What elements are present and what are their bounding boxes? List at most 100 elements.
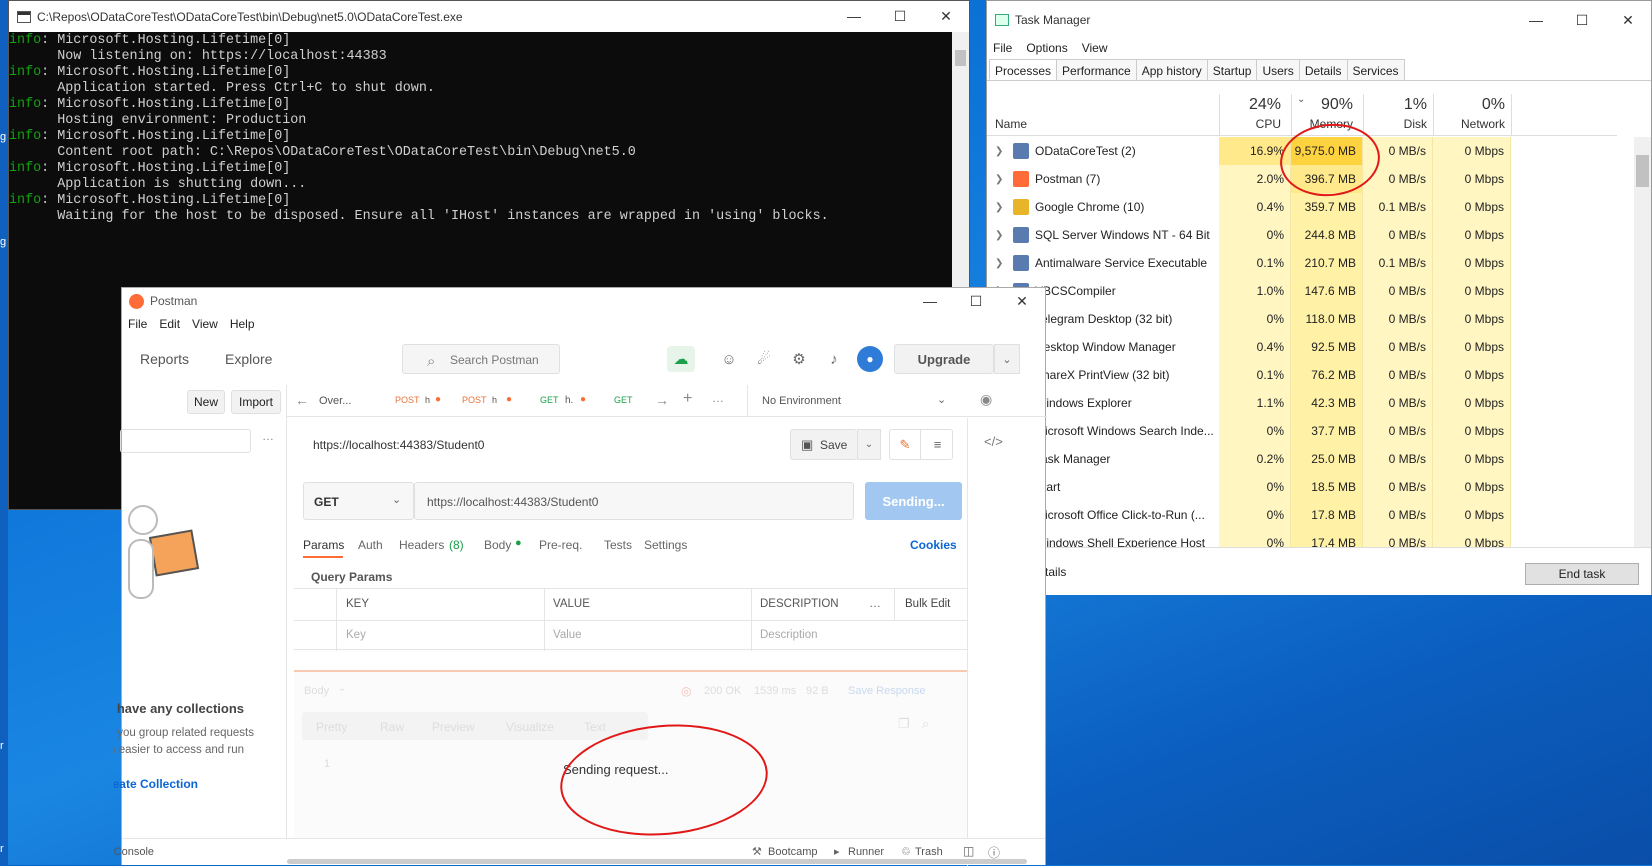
console-titlebar[interactable]: C:\Repos\ODataCoreTest\ODataCoreTest\bin…: [9, 1, 969, 32]
process-row[interactable]: ❯ SQL Server Windows NT - 64 Bit 0% 244.8 M…: [987, 221, 1617, 249]
tab-performance[interactable]: Performance: [1056, 59, 1137, 80]
req-tab-prerequest[interactable]: Pre-req.: [539, 538, 582, 552]
process-row[interactable]: ❯Microsoft Office Click-to-Run (...0%17.…: [987, 501, 1617, 529]
create-collection-link[interactable]: Create Collection: [114, 777, 198, 791]
more-options-icon[interactable]: …: [262, 429, 274, 443]
req-tab-settings[interactable]: Settings: [644, 538, 687, 552]
tm-titlebar[interactable]: Task Manager — ☐ ✕: [987, 1, 1651, 39]
expand-chevron-icon[interactable]: ❯: [995, 230, 1007, 241]
tab-startup[interactable]: Startup: [1206, 59, 1258, 80]
menu-file[interactable]: File: [128, 317, 147, 331]
save-chevron-icon[interactable]: ⌄: [857, 429, 881, 460]
trash-button[interactable]: Trash: [915, 846, 943, 858]
notifications-bell-icon[interactable]: ♪: [820, 346, 848, 372]
description-input[interactable]: Description: [760, 629, 818, 641]
process-row[interactable]: ❯Windows Explorer1.1%42.3 MB0 MB/s0 Mbps: [987, 389, 1617, 417]
tab-services[interactable]: Services: [1346, 59, 1405, 80]
send-button[interactable]: Sending...: [865, 482, 962, 520]
view-visualize[interactable]: Visualize: [506, 720, 554, 734]
tab-get-method[interactable]: GET: [540, 395, 559, 405]
tab-get-method-active[interactable]: GET: [614, 395, 633, 405]
close-icon[interactable]: ✕: [1605, 5, 1651, 35]
two-pane-icon[interactable]: ◫: [963, 844, 974, 858]
documentation-icon[interactable]: ≡: [922, 430, 953, 459]
key-input[interactable]: Key: [346, 629, 366, 641]
view-raw[interactable]: Raw: [380, 720, 404, 734]
url-input[interactable]: https://localhost:44383/Student0: [414, 482, 854, 520]
satellite-icon[interactable]: ☄: [750, 346, 778, 372]
horizontal-scrollbar[interactable]: [287, 859, 1027, 864]
process-row[interactable]: ❯ShareX PrintView (32 bit)0.1%76.2 MB0 M…: [987, 361, 1617, 389]
method-select[interactable]: GET ⌄: [303, 482, 414, 520]
menu-file[interactable]: File: [993, 41, 1012, 55]
minimize-icon[interactable]: —: [1513, 5, 1559, 35]
environment-chevron-icon[interactable]: ⌄: [937, 393, 946, 406]
code-snippet-icon[interactable]: </>: [984, 434, 1003, 449]
expand-chevron-icon[interactable]: ❯: [995, 174, 1007, 185]
copy-icon[interactable]: ❐: [898, 716, 910, 732]
tab-app-history[interactable]: App history: [1135, 59, 1208, 80]
value-input[interactable]: Value: [553, 629, 582, 641]
invite-user-icon[interactable]: ☺: [715, 346, 743, 372]
menu-help[interactable]: Help: [230, 317, 255, 331]
menu-edit[interactable]: Edit: [159, 317, 180, 331]
task-manager-window[interactable]: Task Manager — ☐ ✕ File Options View Pro…: [986, 0, 1652, 595]
process-row[interactable]: ❯Task Manager0.2%25.0 MB0 MB/s0 Mbps: [987, 445, 1617, 473]
req-tab-params[interactable]: Params: [303, 538, 344, 552]
maximize-icon[interactable]: ☐: [1559, 5, 1605, 35]
tab-processes[interactable]: Processes: [989, 59, 1058, 80]
close-icon[interactable]: ✕: [923, 1, 969, 31]
process-row[interactable]: ❯ Antimalware Service Executable 0.1% 210.7…: [987, 249, 1617, 277]
maximize-icon[interactable]: ☐: [953, 286, 999, 316]
console-button[interactable]: Console: [114, 846, 154, 858]
search-input[interactable]: ⌕ Search Postman: [402, 344, 560, 374]
minimize-icon[interactable]: —: [907, 286, 953, 316]
view-pretty[interactable]: Pretty: [316, 720, 347, 734]
upgrade-chevron-icon[interactable]: ⌄: [994, 344, 1020, 374]
tab-forward-arrow-icon[interactable]: →: [655, 392, 669, 408]
close-icon[interactable]: ✕: [999, 286, 1045, 316]
sidebar-filter-input[interactable]: [120, 429, 251, 453]
request-name[interactable]: https://localhost:44383/Student0: [313, 438, 484, 452]
process-row[interactable]: ❯Telegram Desktop (32 bit)0%118.0 MB0 MB…: [987, 305, 1617, 333]
menu-view[interactable]: View: [192, 317, 218, 331]
sync-cloud-icon[interactable]: ☁: [667, 346, 695, 372]
upgrade-button[interactable]: Upgrade: [894, 344, 994, 374]
new-button[interactable]: New: [187, 390, 225, 414]
environment-eye-icon[interactable]: ◉: [980, 391, 992, 408]
search-icon[interactable]: ⌕: [922, 716, 929, 732]
menu-view[interactable]: View: [1082, 41, 1108, 55]
req-tab-tests[interactable]: Tests: [604, 538, 632, 552]
view-preview[interactable]: Preview: [432, 720, 475, 734]
menu-options[interactable]: Options: [1026, 41, 1067, 55]
tab-back-arrow-icon[interactable]: ←: [295, 392, 309, 408]
tab-details[interactable]: Details: [1298, 59, 1348, 80]
save-response-button[interactable]: Save Response: [848, 685, 926, 697]
tab-more-icon[interactable]: …: [712, 391, 724, 405]
req-tab-auth[interactable]: Auth: [358, 538, 383, 552]
tm-scrollbar[interactable]: [1634, 137, 1651, 547]
pm-titlebar[interactable]: Postman — ☐ ✕: [122, 288, 1045, 314]
column-cpu[interactable]: CPU: [1219, 117, 1281, 131]
column-disk[interactable]: Disk: [1363, 117, 1427, 131]
tab-users[interactable]: Users: [1256, 59, 1300, 80]
tab-post-method[interactable]: POST: [462, 395, 487, 405]
column-network[interactable]: Network: [1433, 117, 1505, 131]
column-name[interactable]: Name: [995, 117, 1027, 131]
expand-chevron-icon[interactable]: ❯: [995, 146, 1007, 157]
avatar[interactable]: ●: [857, 346, 883, 372]
req-tab-headers[interactable]: Headers: [399, 538, 444, 552]
nav-explore[interactable]: Explore: [225, 351, 272, 367]
bootcamp-button[interactable]: Bootcamp: [768, 846, 818, 858]
save-button[interactable]: ▣ Save: [790, 429, 857, 460]
new-tab-plus-icon[interactable]: +: [683, 390, 692, 408]
process-row[interactable]: ❯VBCSCompiler1.0%147.6 MB0 MB/s0 Mbps: [987, 277, 1617, 305]
format-select[interactable]: Text: [584, 720, 606, 734]
process-row[interactable]: ❯Microsoft Windows Search Inde...0%37.7 …: [987, 417, 1617, 445]
process-row[interactable]: ❯Desktop Window Manager0.4%92.5 MB0 MB/s…: [987, 333, 1617, 361]
settings-gear-icon[interactable]: ⚙: [785, 346, 813, 372]
table-more-icon[interactable]: …: [869, 596, 881, 610]
import-button[interactable]: Import: [231, 390, 281, 414]
edit-pencil-icon[interactable]: ✎: [890, 430, 921, 459]
nav-reports[interactable]: Reports: [140, 351, 189, 367]
